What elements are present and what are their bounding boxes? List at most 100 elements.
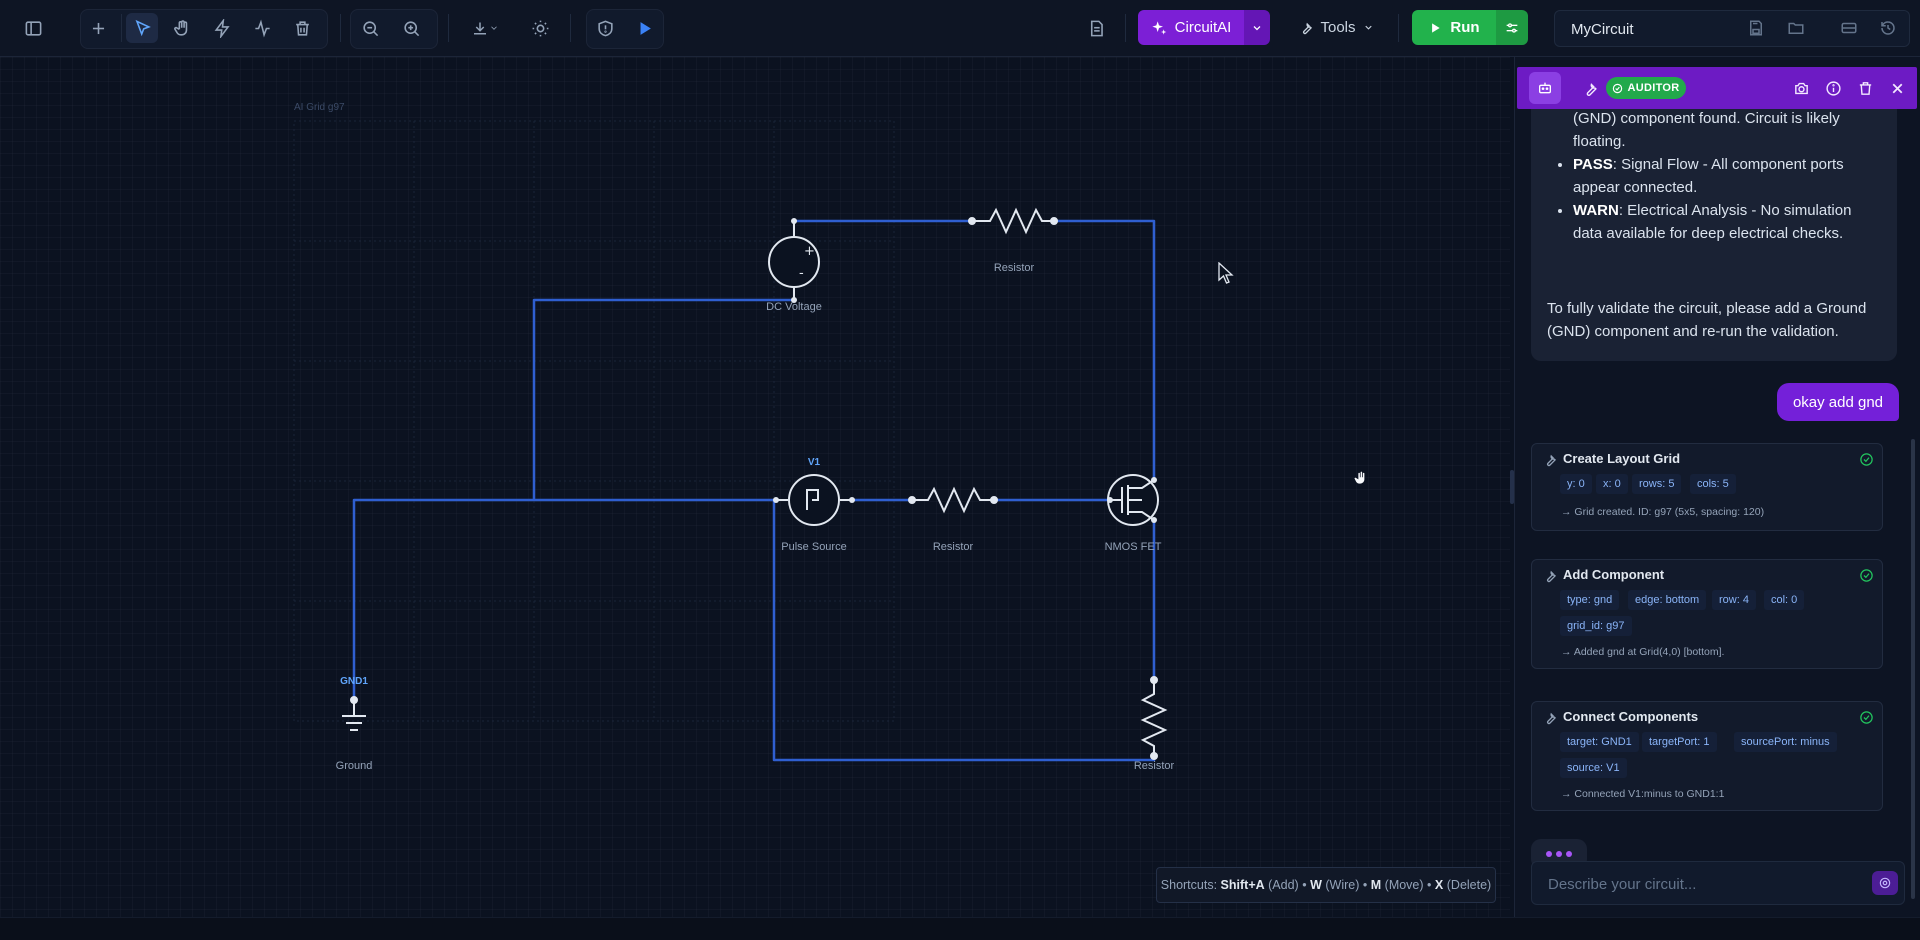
send-button[interactable] <box>1872 871 1898 895</box>
tool-call-title: Create Layout Grid <box>1563 451 1681 466</box>
tool-param: edge: bottom <box>1628 590 1707 610</box>
tool-param: type: gnd <box>1560 590 1620 610</box>
ground-id: GND1 <box>340 676 368 687</box>
sidebar-toggle-icon[interactable] <box>17 13 49 43</box>
probe-waveform-icon[interactable] <box>246 13 278 43</box>
tool-result: → Connected V1:minus to GND1:1 <box>1561 788 1725 800</box>
play-simulate-icon[interactable] <box>628 13 660 43</box>
tool-call-card[interactable]: Create Layout Grid y: 0 x: 0 rows: 5 col… <box>1531 443 1883 531</box>
circuit-schematic: AI Grid g97 + - DC Voltage Resistor V1 P… <box>293 102 1175 772</box>
info-icon[interactable] <box>1823 78 1843 98</box>
tools-label: Tools <box>1320 19 1356 36</box>
ground[interactable] <box>342 696 366 731</box>
wires <box>352 219 1156 762</box>
delete-trash-icon[interactable] <box>286 13 318 43</box>
tool-result: → Added gnd at Grid(4,0) [bottom]. <box>1561 646 1725 658</box>
circuitai-dropdown-button[interactable] <box>1244 10 1270 45</box>
save-icon[interactable] <box>1747 19 1765 37</box>
wrench-icon <box>1542 710 1557 725</box>
history-icon[interactable] <box>1879 19 1897 37</box>
toolbar-divider <box>340 14 341 42</box>
toolbar-divider <box>121 14 122 42</box>
select-pointer-icon[interactable] <box>126 13 158 43</box>
wire[interactable] <box>352 498 776 700</box>
chat-input[interactable] <box>1546 862 1850 906</box>
wire[interactable] <box>772 500 1156 762</box>
chat-messages[interactable]: (GND) component found. Circuit is likely… <box>1515 109 1920 909</box>
toolbar-divider <box>570 14 571 42</box>
wrench-icon[interactable] <box>1579 78 1599 98</box>
clear-trash-icon[interactable] <box>1855 78 1875 98</box>
document-icon[interactable] <box>1080 13 1112 43</box>
svg-text:-: - <box>799 266 804 281</box>
tool-call-card[interactable]: Add Component type: gnd edge: bottom row… <box>1531 559 1883 669</box>
pan-hand-icon[interactable] <box>166 13 198 43</box>
run-label: Run <box>1450 19 1480 36</box>
shortcut-desc: (Move) <box>1384 878 1424 892</box>
tool-param: row: 4 <box>1712 590 1756 610</box>
dc-voltage-label: DC Voltage <box>766 301 822 313</box>
dc-voltage-source[interactable]: + - <box>768 218 820 303</box>
bot-icon[interactable] <box>1529 72 1561 104</box>
resistor-bottom[interactable] <box>1140 676 1168 760</box>
shortcuts-hint: Shortcuts: Shift+A (Add) • W (Wire) • M … <box>1156 867 1496 903</box>
shortcut-key: Shift+A <box>1220 878 1265 892</box>
tool-param: targetPort: 1 <box>1642 732 1717 752</box>
check-item: WARN: Electrical Analysis - No simulatio… <box>1573 199 1883 245</box>
zoom-out-icon[interactable] <box>354 13 386 43</box>
tool-call-card[interactable]: Connect Components target: GND1 targetPo… <box>1531 701 1883 811</box>
circuitai-button[interactable]: CircuitAI <box>1138 10 1244 45</box>
camera-icon[interactable] <box>1791 78 1811 98</box>
shield-icon[interactable] <box>589 13 621 43</box>
grid-label: AI Grid g97 <box>294 102 345 113</box>
resistor-top-label: Resistor <box>994 262 1035 274</box>
toolbar-divider <box>1398 14 1399 42</box>
run-settings-button[interactable] <box>1496 10 1528 45</box>
resistor-middle[interactable] <box>908 486 998 514</box>
run-button[interactable]: Run <box>1412 10 1496 45</box>
circuit-canvas[interactable]: AI Grid g97 + - DC Voltage Resistor V1 P… <box>0 57 1510 917</box>
circuit-name-input[interactable] <box>1569 11 1723 48</box>
tool-param: y: 0 <box>1560 474 1592 494</box>
resistor-top[interactable] <box>968 207 1058 235</box>
wrench-icon <box>1542 452 1557 467</box>
check-item: PASS: Signal Flow - All component ports … <box>1573 153 1883 199</box>
shortcut-separator: • <box>1427 878 1432 892</box>
chat-input-box <box>1531 861 1905 906</box>
wire-lightning-icon[interactable] <box>206 13 238 43</box>
add-component-icon[interactable] <box>82 13 114 43</box>
pulse-source-label: Pulse Source <box>781 541 846 553</box>
user-message: okay add gnd <box>1777 383 1899 421</box>
tool-param: target: GND1 <box>1560 732 1639 752</box>
nmos-fet[interactable] <box>1107 474 1159 526</box>
shortcut-key: W <box>1310 878 1322 892</box>
shortcut-key: M <box>1370 878 1382 892</box>
message-closing: To fully validate the circuit, please ad… <box>1547 300 1867 340</box>
wrench-icon <box>1542 568 1557 583</box>
theme-sun-icon[interactable] <box>524 13 556 43</box>
wire[interactable] <box>532 298 794 500</box>
pulse-source-id: V1 <box>808 457 821 468</box>
resistor-middle-label: Resistor <box>933 541 974 553</box>
typing-dot <box>1556 851 1562 857</box>
typing-dot <box>1546 851 1552 857</box>
toolbar-divider <box>448 14 449 42</box>
check-text: : Signal Flow - All component ports appe… <box>1573 156 1844 196</box>
folder-open-icon[interactable] <box>1787 19 1805 37</box>
zoom-in-icon[interactable] <box>395 13 427 43</box>
check-circle-icon <box>1859 710 1874 725</box>
storage-icon[interactable] <box>1840 19 1858 37</box>
wrench-icon <box>1303 22 1313 35</box>
message-line: (GND) component found. Circuit is likely… <box>1573 110 1840 150</box>
pulse-source[interactable] <box>773 474 855 526</box>
wire[interactable] <box>1054 219 1156 480</box>
grab-hand-cursor-icon <box>1353 470 1366 485</box>
chat-scrollbar[interactable] <box>1911 439 1915 899</box>
play-icon <box>1432 22 1441 33</box>
auditor-mode-badge[interactable]: AUDITOR <box>1606 77 1686 99</box>
tool-param: cols: 5 <box>1690 474 1736 494</box>
check-status: WARN <box>1573 202 1619 219</box>
close-icon[interactable] <box>1887 78 1907 98</box>
export-download-icon[interactable] <box>462 13 508 43</box>
tools-menu-button[interactable]: Tools <box>1290 10 1382 45</box>
